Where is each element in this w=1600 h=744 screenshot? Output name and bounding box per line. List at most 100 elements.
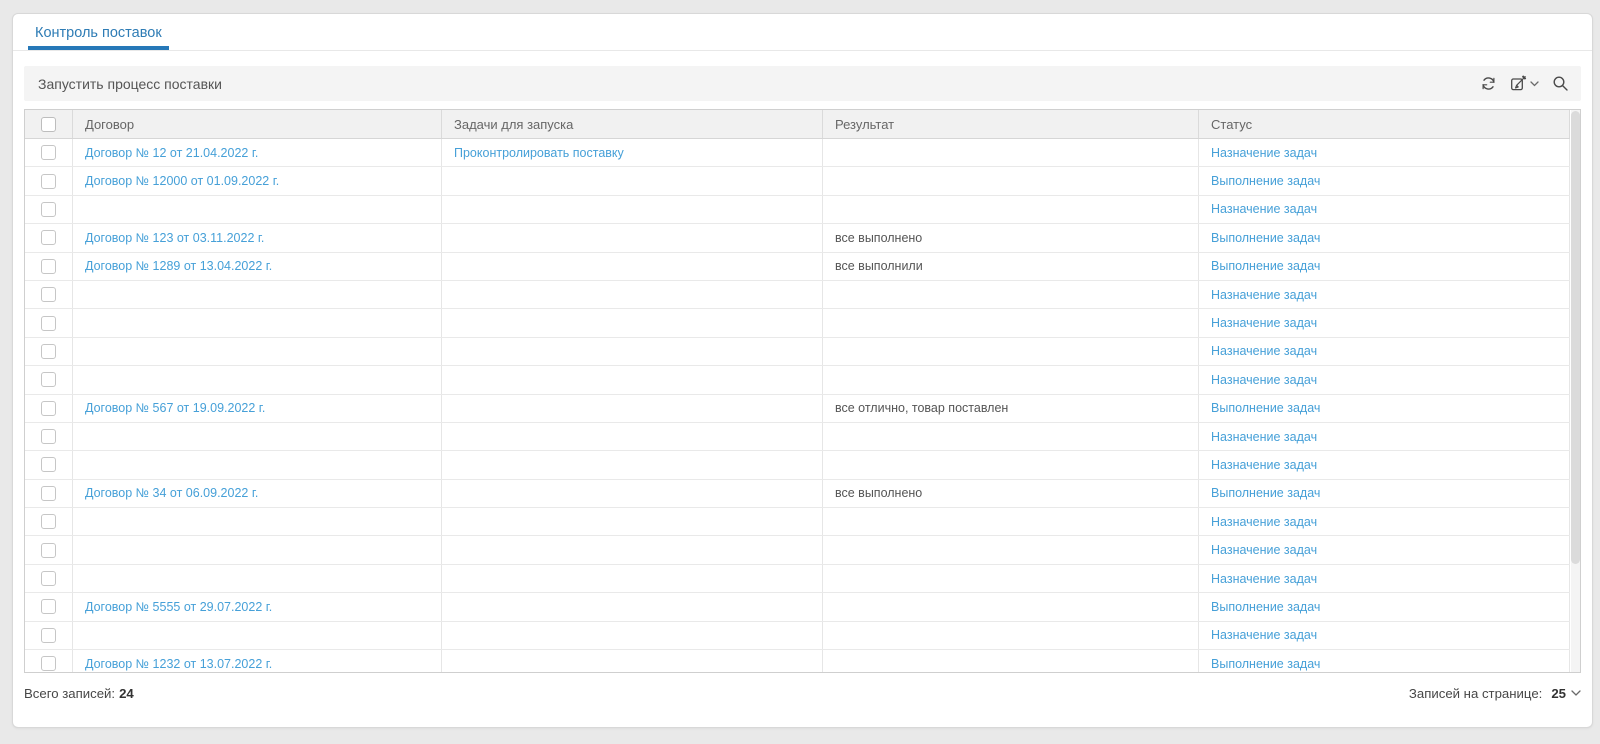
grid-footer: Всего записей:24 Записей на странице: 25 [24, 673, 1581, 701]
checkbox-cell [25, 167, 73, 194]
status-link[interactable]: Назначение задач [1211, 288, 1317, 302]
status-link[interactable]: Выполнение задач [1211, 174, 1320, 188]
table-row: Назначение задач [25, 451, 1570, 479]
contract-link[interactable]: Договор № 5555 от 29.07.2022 г. [85, 600, 272, 614]
status-link[interactable]: Назначение задач [1211, 373, 1317, 387]
select-all-checkbox[interactable] [41, 117, 56, 132]
status-link[interactable]: Выполнение задач [1211, 657, 1320, 671]
task-link[interactable]: Проконтролировать поставку [454, 146, 624, 160]
table-body: Договор № 12 от 21.04.2022 г. Проконтрол… [25, 139, 1580, 673]
checkbox-cell [25, 338, 73, 365]
row-checkbox[interactable] [41, 202, 56, 217]
row-checkbox[interactable] [41, 372, 56, 387]
row-checkbox[interactable] [41, 429, 56, 444]
status-link[interactable]: Назначение задач [1211, 344, 1317, 358]
edit-menu-button[interactable] [1510, 75, 1539, 92]
row-checkbox[interactable] [41, 457, 56, 472]
column-header-result[interactable]: Результат [823, 110, 1199, 138]
contract-link[interactable]: Договор № 34 от 06.09.2022 г. [85, 486, 258, 500]
row-checkbox[interactable] [41, 145, 56, 160]
row-checkbox[interactable] [41, 543, 56, 558]
search-icon[interactable] [1552, 75, 1569, 92]
contract-link[interactable]: Договор № 567 от 19.09.2022 г. [85, 401, 265, 415]
table-row: Договор № 1289 от 13.04.2022 г. все выпо… [25, 253, 1570, 281]
tab-bar: Контроль поставок [13, 14, 1592, 51]
row-checkbox[interactable] [41, 287, 56, 302]
total-records: Всего записей:24 [24, 686, 134, 701]
status-link[interactable]: Назначение задач [1211, 458, 1317, 472]
table-row: Договор № 12000 от 01.09.2022 г. Выполне… [25, 167, 1570, 195]
row-checkbox[interactable] [41, 174, 56, 189]
row-checkbox[interactable] [41, 514, 56, 529]
refresh-icon[interactable] [1480, 75, 1497, 92]
row-checkbox[interactable] [41, 656, 56, 671]
status-link[interactable]: Назначение задач [1211, 628, 1317, 642]
table-row: Назначение задач [25, 423, 1570, 451]
table-row: Назначение задач [25, 196, 1570, 224]
status-link[interactable]: Выполнение задач [1211, 231, 1320, 245]
checkbox-cell [25, 565, 73, 592]
status-link[interactable]: Выполнение задач [1211, 259, 1320, 273]
table-row: Договор № 123 от 03.11.2022 г. все выпол… [25, 224, 1570, 252]
table-row: Назначение задач [25, 281, 1570, 309]
row-checkbox[interactable] [41, 344, 56, 359]
table-row: Договор № 34 от 06.09.2022 г. все выполн… [25, 480, 1570, 508]
row-checkbox[interactable] [41, 486, 56, 501]
status-link[interactable]: Выполнение задач [1211, 486, 1320, 500]
edit-icon [1510, 75, 1527, 92]
table-row: Договор № 1232 от 13.07.2022 г. Выполнен… [25, 650, 1570, 673]
row-checkbox[interactable] [41, 599, 56, 614]
result-text: все отлично, товар поставлен [835, 401, 1008, 415]
checkbox-cell [25, 366, 73, 393]
row-checkbox[interactable] [41, 316, 56, 331]
start-delivery-process-button[interactable]: Запустить процесс поставки [38, 76, 222, 92]
checkbox-cell [25, 253, 73, 280]
status-link[interactable]: Выполнение задач [1211, 600, 1320, 614]
row-checkbox[interactable] [41, 259, 56, 274]
status-link[interactable]: Назначение задач [1211, 572, 1317, 586]
table-row: Назначение задач [25, 536, 1570, 564]
row-checkbox[interactable] [41, 628, 56, 643]
per-page-selector[interactable]: Записей на странице: 25 [1409, 686, 1581, 701]
status-link[interactable]: Назначение задач [1211, 430, 1317, 444]
checkbox-cell [25, 451, 73, 478]
row-checkbox[interactable] [41, 571, 56, 586]
table-header-row: Договор Задачи для запуска Результат Ста… [25, 110, 1570, 139]
toolbar-icons [1480, 75, 1569, 92]
column-header-contract[interactable]: Договор [73, 110, 442, 138]
status-link[interactable]: Назначение задач [1211, 543, 1317, 557]
table-row: Договор № 12 от 21.04.2022 г. Проконтрол… [25, 139, 1570, 167]
row-checkbox[interactable] [41, 230, 56, 245]
status-link[interactable]: Выполнение задач [1211, 401, 1320, 415]
per-page-label: Записей на странице: [1409, 686, 1542, 701]
contract-link[interactable]: Договор № 12 от 21.04.2022 г. [85, 146, 258, 160]
checkbox-cell [25, 423, 73, 450]
contract-link[interactable]: Договор № 123 от 03.11.2022 г. [85, 231, 264, 245]
checkbox-cell [25, 139, 73, 166]
delivery-control-panel: Контроль поставок Запустить процесс пост… [12, 13, 1593, 728]
result-text: все выполнили [835, 259, 923, 273]
checkbox-cell [25, 395, 73, 422]
contract-link[interactable]: Договор № 12000 от 01.09.2022 г. [85, 174, 279, 188]
checkbox-cell [25, 480, 73, 507]
table-row: Договор № 5555 от 29.07.2022 г. Выполнен… [25, 593, 1570, 621]
table-row: Назначение задач [25, 338, 1570, 366]
tab-delivery-control[interactable]: Контроль поставок [28, 14, 169, 50]
status-link[interactable]: Назначение задач [1211, 146, 1317, 160]
vertical-scrollbar[interactable] [1571, 110, 1580, 672]
toolbar: Запустить процесс поставки [24, 66, 1581, 101]
scrollbar-thumb[interactable] [1571, 111, 1580, 564]
checkbox-cell [25, 196, 73, 223]
contract-link[interactable]: Договор № 1232 от 13.07.2022 г. [85, 657, 272, 671]
chevron-down-icon [1530, 81, 1539, 87]
column-header-tasks[interactable]: Задачи для запуска [442, 110, 823, 138]
row-checkbox[interactable] [41, 401, 56, 416]
column-header-status[interactable]: Статус [1199, 110, 1570, 138]
status-link[interactable]: Назначение задач [1211, 515, 1317, 529]
status-link[interactable]: Назначение задач [1211, 316, 1317, 330]
checkbox-cell [25, 224, 73, 251]
per-page-value: 25 [1551, 686, 1566, 701]
table-row: Назначение задач [25, 366, 1570, 394]
status-link[interactable]: Назначение задач [1211, 202, 1317, 216]
contract-link[interactable]: Договор № 1289 от 13.04.2022 г. [85, 259, 272, 273]
